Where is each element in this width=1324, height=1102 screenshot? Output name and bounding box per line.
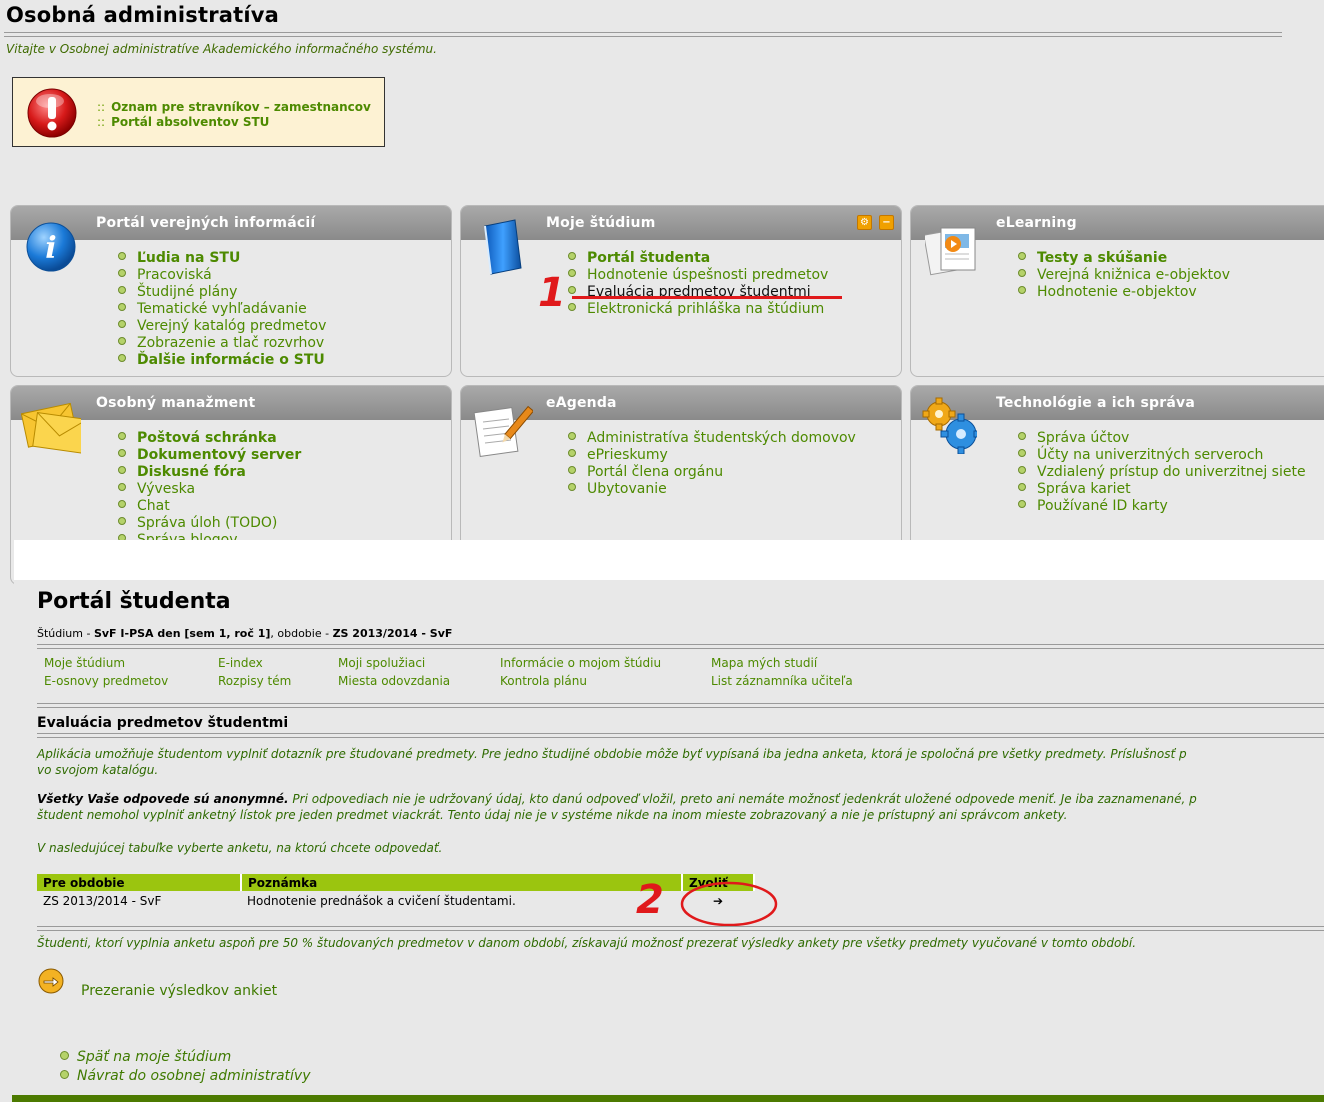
list-item[interactable]: Poštová schránka	[118, 430, 301, 447]
divider	[37, 644, 1324, 649]
list-item[interactable]: Zobrazenie a tlač rozvrhov	[118, 335, 326, 352]
anonymity-text: Všetky Vaše odpovede sú anonymné. Pri od…	[37, 792, 1197, 822]
back-links: Späť na moje štúdium Návrat do osobnej a…	[60, 1046, 310, 1084]
list-item[interactable]: Ľudia na STU	[118, 250, 326, 267]
nav-study-map[interactable]: Mapa mých studií	[711, 656, 817, 670]
panel-public-info: Portál verejných informácií i Ľudia na S…	[10, 205, 452, 377]
hand-pointer-icon[interactable]	[38, 968, 64, 994]
list-item[interactable]: Správa úloh (TODO)	[118, 515, 301, 532]
table-cell: ZS 2013/2014 - SvF	[43, 894, 162, 908]
list-item[interactable]: Používané ID karty	[1018, 498, 1306, 515]
bullet-icon	[60, 1051, 69, 1060]
list-item[interactable]: Pracoviská	[118, 267, 326, 284]
panel-title: eLearning	[996, 215, 1077, 231]
list-item[interactable]: Testy a skúšanie	[1018, 250, 1230, 267]
header-divider	[4, 32, 1282, 37]
list-item[interactable]: Verejný katalóg predmetov	[118, 318, 326, 335]
annotation-underline	[572, 296, 842, 299]
results-link[interactable]: Prezeranie výsledkov ankiet	[81, 983, 277, 999]
nav-e-index[interactable]: E-index	[218, 656, 263, 670]
bullet-icon	[60, 1070, 69, 1079]
nav-e-syllabi[interactable]: E-osnovy predmetov	[44, 674, 168, 688]
list-item[interactable]: Ďalšie informácie o STU	[118, 352, 326, 369]
footer-bar	[12, 1095, 1324, 1102]
nav-plan-check[interactable]: Kontrola plánu	[500, 674, 587, 688]
panel-title: Portál verejných informácií	[96, 215, 316, 231]
choose-text: V nasledujúcej tabuľke vyberte anketu, n…	[37, 841, 443, 855]
list-item[interactable]: Študijné plány	[118, 284, 326, 301]
list-item[interactable]: Portál študenta	[568, 250, 828, 267]
welcome-text: Vitajte v Osobnej administratíve Akademi…	[6, 42, 437, 56]
panel-title: Moje štúdium	[546, 215, 656, 231]
envelope-icon	[21, 402, 81, 454]
list-item[interactable]: Chat	[118, 498, 301, 515]
panel-my-study: Moje štúdium ⚙ − Portál študenta Hodnote…	[460, 205, 902, 377]
notepad-pencil-icon	[473, 405, 533, 457]
nav-submission-places[interactable]: Miesta odovzdania	[338, 674, 450, 688]
column-header: Pre obdobie	[37, 874, 242, 891]
section-separator	[14, 540, 1324, 580]
divider	[37, 703, 1324, 708]
panel-title: Technológie a ich správa	[996, 395, 1195, 411]
list-item[interactable]: Elektronická prihláška na štúdium	[568, 301, 828, 318]
annotation-number-2: 2	[636, 877, 664, 923]
back-to-admin-link[interactable]: Návrat do osobnej administratívy	[77, 1068, 310, 1084]
list-item[interactable]: Hodnotenie e-objektov	[1018, 284, 1230, 301]
page-title: Osobná administratíva	[6, 3, 280, 27]
study-info: Štúdium - SvF I-PSA den [sem 1, roč 1], …	[37, 627, 453, 640]
documents-icon	[925, 227, 976, 276]
annotation-number-1: 1	[538, 270, 566, 316]
notice-link-canteen[interactable]: Oznam pre stravníkov – zamestnancov	[111, 100, 371, 114]
column-header: Poznámka	[241, 874, 683, 891]
panel-title: Osobný manažment	[96, 395, 256, 411]
gears-icon	[922, 397, 977, 454]
intro-text: Aplikácia umožňuje študentom vyplniť dot…	[37, 747, 1187, 777]
info-icon: i	[26, 222, 76, 272]
list-item[interactable]: Portál člena orgánu	[568, 464, 856, 481]
notice-box: :: Oznam pre stravníkov – zamestnancov ::…	[12, 77, 385, 147]
list-item[interactable]: Výveska	[118, 481, 301, 498]
divider	[37, 733, 1324, 738]
list-item[interactable]: Správa účtov	[1018, 430, 1306, 447]
list-item[interactable]: Verejná knižnica e-objektov	[1018, 267, 1230, 284]
list-item[interactable]: Diskusné fóra	[118, 464, 301, 481]
nav-teacher-notes[interactable]: List záznamníka učiteľa	[711, 674, 853, 688]
nav-classmates[interactable]: Moji spolužiaci	[338, 656, 425, 670]
list-item[interactable]: Účty na univerzitných serveroch	[1018, 447, 1306, 464]
footnote-text: Študenti, ktorí vyplnia anketu aspoň pre…	[37, 936, 1137, 950]
divider	[37, 926, 1324, 931]
evaluation-title: Evaluácia predmetov študentmi	[37, 715, 289, 731]
list-item[interactable]: Správa kariet	[1018, 481, 1306, 498]
list-item[interactable]: Ubytovanie	[568, 481, 856, 498]
list-item[interactable]: Tematické vyhľadávanie	[118, 301, 326, 318]
list-item[interactable]: ePrieskumy	[568, 447, 856, 464]
list-item[interactable]: Dokumentový server	[118, 447, 301, 464]
list-item[interactable]: Vzdialený prístup do univerzitnej siete	[1018, 464, 1306, 481]
panel-title: eAgenda	[546, 395, 617, 411]
nav-study-info[interactable]: Informácie o mojom štúdiu	[500, 656, 661, 670]
notice-link-alumni[interactable]: Portál absolventov STU	[111, 115, 269, 129]
list-item[interactable]: Hodnotenie úspešnosti predmetov	[568, 267, 828, 284]
nav-topics[interactable]: Rozpisy tém	[218, 674, 291, 688]
book-icon	[484, 219, 522, 275]
minimize-icon[interactable]: −	[879, 215, 894, 230]
table-cell: Hodnotenie prednášok a cvičení študentam…	[247, 894, 516, 908]
annotation-ellipse	[680, 881, 778, 927]
portal-title: Portál študenta	[37, 589, 231, 614]
list-item[interactable]: Administratíva študentských domovov	[568, 430, 856, 447]
svg-text:i: i	[45, 231, 56, 266]
panel-elearning: eLearning Testy a skúšanie Verejná knižn…	[910, 205, 1324, 377]
nav-my-study[interactable]: Moje štúdium	[44, 656, 125, 670]
back-to-study-link[interactable]: Späť na moje štúdium	[77, 1049, 231, 1065]
settings-icon[interactable]: ⚙	[857, 215, 872, 230]
alert-icon	[27, 88, 77, 138]
